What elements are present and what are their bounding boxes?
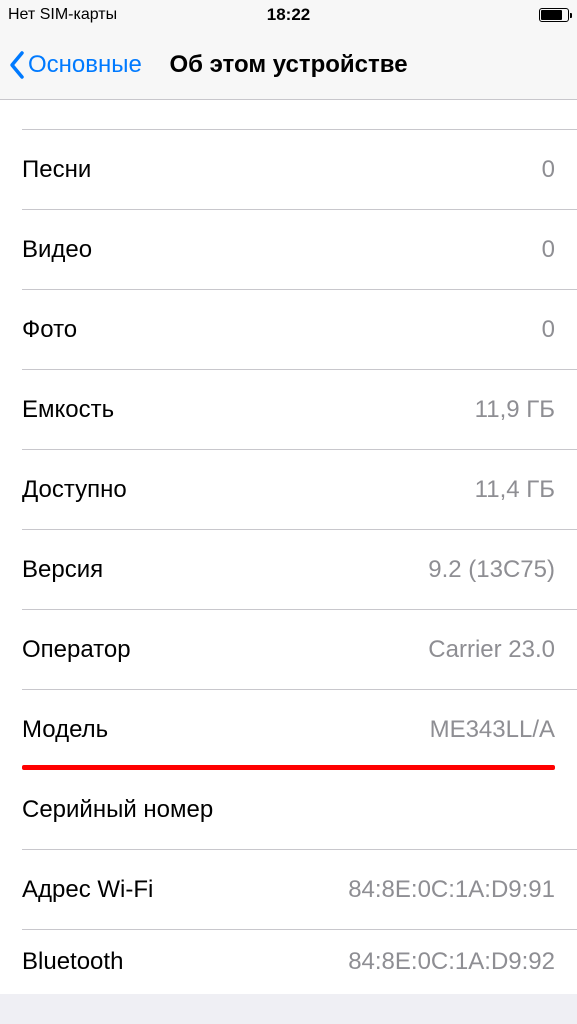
row-value: 11,9 ГБ — [475, 396, 555, 424]
row-label: Песни — [22, 156, 91, 184]
row-value: 0 — [542, 316, 555, 344]
row-value: 0 — [542, 236, 555, 264]
row-videos[interactable]: Видео 0 — [0, 210, 577, 290]
row-model[interactable]: Модель ME343LL/A — [0, 690, 577, 770]
navigation-bar: Основные Об этом устройстве — [0, 30, 577, 100]
row-value: ME343LL/A — [430, 716, 555, 744]
row-value: Carrier 23.0 — [428, 636, 555, 664]
row-wifi-address[interactable]: Адрес Wi-Fi 84:8E:0C:1A:D9:91 — [0, 850, 577, 930]
row-label: Емкость — [22, 396, 114, 424]
row-serial[interactable]: Серийный номер — [0, 770, 577, 850]
about-list: Песни 0 Видео 0 Фото 0 Емкость 11,9 ГБ Д… — [0, 100, 577, 994]
row-songs[interactable]: Песни 0 — [0, 130, 577, 210]
row-label: Bluetooth — [22, 948, 123, 976]
row-capacity[interactable]: Емкость 11,9 ГБ — [0, 370, 577, 450]
row-label: Фото — [22, 316, 77, 344]
page-title: Об этом устройстве — [169, 51, 407, 79]
row-photos[interactable]: Фото 0 — [0, 290, 577, 370]
row-label: Доступно — [22, 476, 127, 504]
row-version[interactable]: Версия 9.2 (13C75) — [0, 530, 577, 610]
row-value: 11,4 ГБ — [475, 476, 555, 504]
row-label: Адрес Wi-Fi — [22, 876, 153, 904]
row-label: Модель — [22, 716, 108, 744]
row-label: Видео — [22, 236, 92, 264]
status-battery — [535, 8, 569, 22]
chevron-left-icon — [8, 50, 26, 80]
row-label: Серийный номер — [22, 796, 213, 824]
status-time: 18:22 — [267, 5, 310, 25]
row-value: 84:8E:0C:1A:D9:91 — [348, 876, 555, 904]
row-value: 84:8E:0C:1A:D9:92 — [348, 948, 555, 976]
status-bar: Нет SIM-карты 18:22 — [0, 0, 577, 30]
row-network-partial[interactable] — [0, 100, 577, 130]
row-available[interactable]: Доступно 11,4 ГБ — [0, 450, 577, 530]
back-button[interactable]: Основные — [8, 50, 142, 80]
back-label: Основные — [28, 51, 142, 79]
row-bluetooth[interactable]: Bluetooth 84:8E:0C:1A:D9:92 — [0, 930, 577, 994]
row-label: Версия — [22, 556, 103, 584]
battery-icon — [539, 8, 569, 22]
row-value: 9.2 (13C75) — [428, 556, 555, 584]
row-carrier[interactable]: Оператор Carrier 23.0 — [0, 610, 577, 690]
row-value: 0 — [542, 156, 555, 184]
status-carrier: Нет SIM-карты — [8, 6, 117, 24]
row-label: Оператор — [22, 636, 131, 664]
